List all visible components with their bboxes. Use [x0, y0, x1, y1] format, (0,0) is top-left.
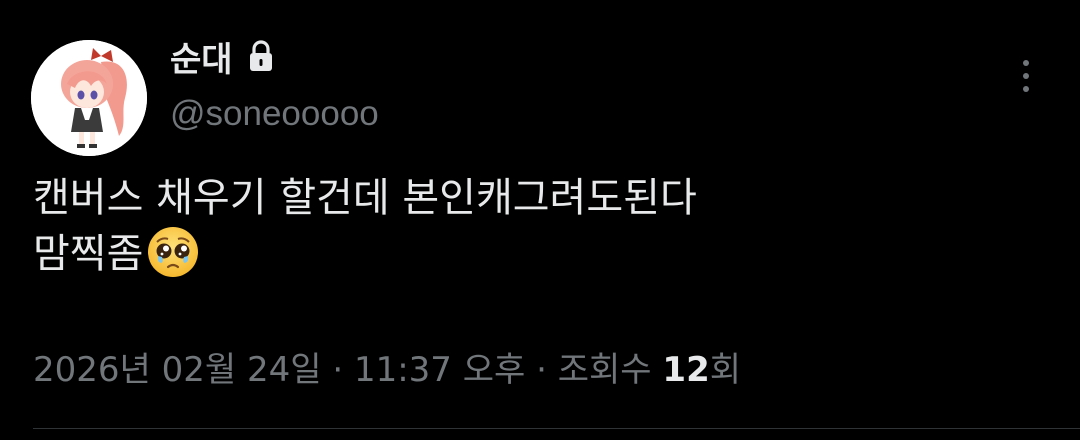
- views-count[interactable]: 12: [662, 350, 709, 390]
- meta-separator: ·: [321, 350, 354, 390]
- author-display-name[interactable]: 순대: [170, 32, 233, 81]
- avatar[interactable]: [31, 40, 147, 156]
- post-text-line-1: 캔버스 채우기 할건데 본인캐그려도된다: [33, 175, 697, 221]
- post-text: 캔버스 채우기 할건데 본인캐그려도된다 맘찍좀: [33, 170, 1043, 282]
- more-vertical-icon-dot: [1023, 86, 1029, 92]
- views-label: 조회수: [557, 350, 663, 390]
- post-detail: 순대 @soneooooo 캔버스 채우기 할건데 본인캐그려도된다 맘찍좀 2…: [0, 0, 1080, 440]
- author-name-row[interactable]: 순대: [170, 32, 275, 81]
- more-vertical-icon-dot: [1023, 73, 1029, 79]
- divider: [33, 428, 1080, 429]
- post-text-line-2-text: 맘찍좀: [33, 231, 144, 277]
- views-suffix: 회: [709, 350, 742, 390]
- more-options-button[interactable]: [1012, 54, 1040, 98]
- more-vertical-icon: [1023, 60, 1029, 66]
- anime-character-avatar-icon: [31, 40, 147, 156]
- lock-icon: [249, 40, 272, 71]
- post-text-line-2: 맘찍좀: [33, 226, 1043, 282]
- pleading-face-emoji-icon: [148, 227, 199, 277]
- post-time[interactable]: 11:37 오후: [354, 350, 525, 390]
- post-metadata: 2026년 02월 24일 · 11:37 오후 · 조회수 12회: [33, 345, 741, 395]
- post-date[interactable]: 2026년 02월 24일: [33, 350, 322, 390]
- author-handle[interactable]: @soneooooo: [170, 92, 379, 136]
- meta-separator: ·: [525, 350, 558, 390]
